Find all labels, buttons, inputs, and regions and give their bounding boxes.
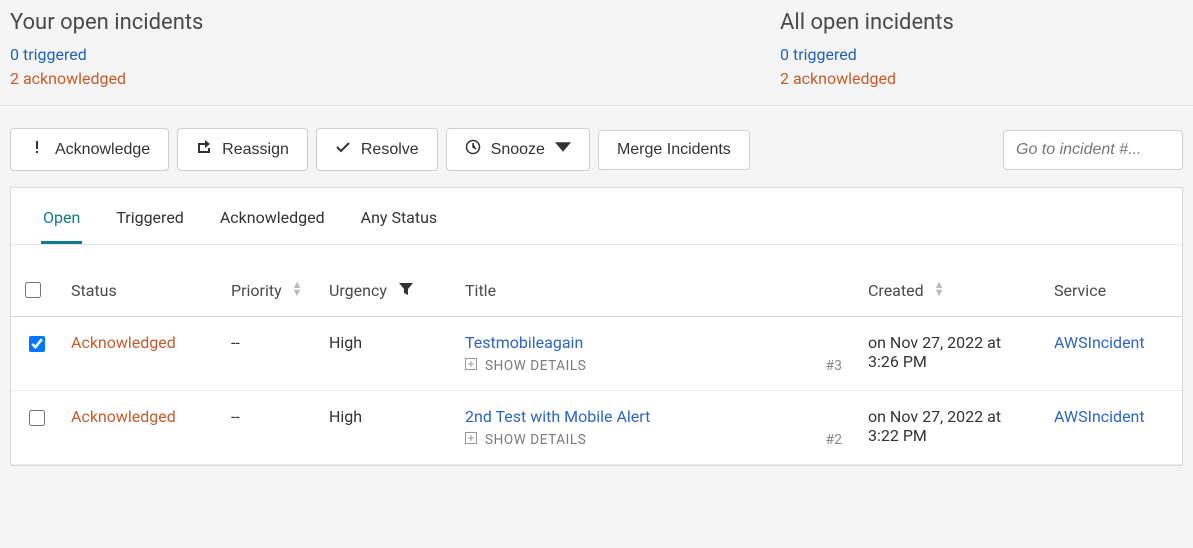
priority-value: -- xyxy=(231,407,240,426)
incidents-panel: Open Triggered Acknowledged Any Status S… xyxy=(10,187,1183,466)
summary-row: Your open incidents 0 triggered 2 acknow… xyxy=(0,0,1193,106)
your-acknowledged-link[interactable]: 2 acknowledged xyxy=(10,67,780,91)
tab-any-status[interactable]: Any Status xyxy=(359,208,440,244)
col-status[interactable]: Status xyxy=(61,265,221,317)
all-acknowledged-link[interactable]: 2 acknowledged xyxy=(780,67,1183,91)
tab-acknowledged[interactable]: Acknowledged xyxy=(218,208,327,244)
col-created-label: Created xyxy=(868,281,924,300)
acknowledge-label: Acknowledge xyxy=(55,141,150,159)
tab-open[interactable]: Open xyxy=(41,208,82,244)
incident-number: #2 xyxy=(826,432,849,448)
your-incidents-block: Your open incidents 0 triggered 2 acknow… xyxy=(10,10,780,91)
your-triggered-link[interactable]: 0 triggered xyxy=(10,43,780,67)
tab-triggered[interactable]: Triggered xyxy=(114,208,186,244)
merge-label: Merge Incidents xyxy=(617,141,731,159)
exclamation-icon xyxy=(29,139,45,160)
reassign-label: Reassign xyxy=(222,141,289,159)
resolve-button[interactable]: Resolve xyxy=(316,128,438,171)
row-checkbox[interactable] xyxy=(29,410,45,426)
status-label: Acknowledged xyxy=(71,333,176,352)
created-value: on Nov 27, 2022 at 3:26 PM xyxy=(868,333,1001,371)
show-details-label: SHOW DETAILS xyxy=(485,432,586,448)
col-service[interactable]: Service xyxy=(1044,265,1182,317)
reassign-button[interactable]: Reassign xyxy=(177,128,308,171)
show-details-button[interactable]: SHOW DETAILS xyxy=(465,432,826,448)
table-header-row: Status Priority ▲▼ Urgency Title Created… xyxy=(11,265,1182,317)
all-incidents-block: All open incidents 0 triggered 2 acknowl… xyxy=(780,10,1183,91)
priority-value: -- xyxy=(231,333,240,352)
action-toolbar: Acknowledge Reassign Resolve Snooze Merg… xyxy=(0,106,1193,187)
show-details-button[interactable]: SHOW DETAILS xyxy=(465,358,826,374)
col-urgency-label: Urgency xyxy=(329,281,387,300)
check-icon xyxy=(335,139,351,160)
goto-incident-input[interactable] xyxy=(1003,130,1183,170)
chevron-down-icon xyxy=(555,139,571,160)
select-all-checkbox[interactable] xyxy=(25,282,41,298)
share-icon xyxy=(196,139,212,160)
resolve-label: Resolve xyxy=(361,141,419,159)
col-priority-label: Priority xyxy=(231,281,282,300)
merge-button[interactable]: Merge Incidents xyxy=(598,130,750,170)
urgency-value: High xyxy=(329,333,362,352)
show-details-label: SHOW DETAILS xyxy=(485,358,586,374)
col-title[interactable]: Title xyxy=(455,265,858,317)
all-triggered-link[interactable]: 0 triggered xyxy=(780,43,1183,67)
acknowledge-button[interactable]: Acknowledge xyxy=(10,128,169,171)
row-checkbox[interactable] xyxy=(29,336,45,352)
snooze-label: Snooze xyxy=(491,141,545,159)
status-label: Acknowledged xyxy=(71,407,176,426)
service-link[interactable]: AWSIncident xyxy=(1054,333,1145,352)
incident-title-link[interactable]: 2nd Test with Mobile Alert xyxy=(465,407,826,426)
snooze-button[interactable]: Snooze xyxy=(446,128,590,171)
service-link[interactable]: AWSIncident xyxy=(1054,407,1145,426)
col-urgency[interactable]: Urgency xyxy=(319,265,455,317)
all-incidents-title: All open incidents xyxy=(780,10,1183,35)
sort-icon: ▲▼ xyxy=(934,281,945,297)
incident-number: #3 xyxy=(826,358,849,374)
created-value: on Nov 27, 2022 at 3:22 PM xyxy=(868,407,1001,445)
col-priority[interactable]: Priority ▲▼ xyxy=(221,265,319,317)
incidents-table: Status Priority ▲▼ Urgency Title Created… xyxy=(11,265,1182,465)
expand-icon xyxy=(465,432,477,448)
expand-icon xyxy=(465,358,477,374)
your-incidents-title: Your open incidents xyxy=(10,10,780,35)
clock-icon xyxy=(465,139,481,160)
filter-icon[interactable] xyxy=(399,281,413,300)
table-row: Acknowledged -- High Testmobileagain SHO… xyxy=(11,317,1182,391)
urgency-value: High xyxy=(329,407,362,426)
sort-icon: ▲▼ xyxy=(292,281,303,297)
col-created[interactable]: Created ▲▼ xyxy=(858,265,1044,317)
incident-title-link[interactable]: Testmobileagain xyxy=(465,333,826,352)
status-tabs: Open Triggered Acknowledged Any Status xyxy=(11,188,1182,245)
table-row: Acknowledged -- High 2nd Test with Mobil… xyxy=(11,391,1182,465)
